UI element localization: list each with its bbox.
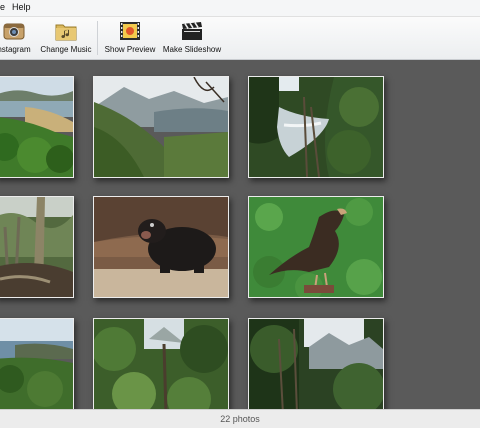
photo-thumbnail[interactable] (0, 76, 74, 178)
music-folder-icon (55, 24, 77, 41)
photo-thumbnail[interactable] (0, 318, 74, 409)
change-music-button-label: Change Music (40, 45, 92, 54)
photo-eagle-image (249, 197, 383, 297)
menu-bar: e Help (0, 0, 480, 17)
photo-forested-hills-image (94, 77, 228, 177)
photo-count-label: 22 photos (220, 414, 260, 424)
show-preview-button-label: Show Preview (104, 45, 156, 54)
photo-river-forest-image (249, 77, 383, 177)
photo-coastline-image (0, 319, 73, 409)
instagram-button[interactable]: nstagram (0, 17, 36, 59)
photo-thumbnail[interactable] (248, 196, 384, 298)
photo-thumbnail[interactable] (248, 76, 384, 178)
menu-item-file[interactable]: e (0, 2, 5, 12)
toolbar-separator (97, 21, 98, 55)
photo-thumbnail[interactable] (93, 196, 229, 298)
clapperboard-icon (182, 22, 202, 40)
photo-thumbnail[interactable] (248, 318, 384, 409)
film-preview-icon (120, 22, 140, 40)
instagram-button-label: nstagram (0, 45, 31, 54)
camera-icon (3, 23, 25, 40)
toolbar: nstagram Change Music Show Preview Make … (0, 17, 480, 60)
status-bar: 22 photos (0, 409, 480, 428)
photo-forest-trees-image (0, 197, 73, 297)
photo-mountain-forest-image (249, 319, 383, 409)
make-slideshow-button[interactable]: Make Slideshow (161, 17, 223, 59)
change-music-button[interactable]: Change Music (38, 17, 94, 59)
photo-thumbnail[interactable] (93, 318, 229, 409)
show-preview-button[interactable]: Show Preview (102, 17, 158, 59)
photo-ferns-forest-image (94, 319, 228, 409)
photo-thumbnail[interactable] (0, 196, 74, 298)
photo-coastal-bay-image (0, 77, 73, 177)
photo-tasmanian-devil-image (94, 197, 228, 297)
photo-thumbnail[interactable] (93, 76, 229, 178)
make-slideshow-button-label: Make Slideshow (162, 45, 222, 54)
photo-gallery (0, 60, 480, 409)
menu-item-help[interactable]: Help (12, 2, 31, 12)
